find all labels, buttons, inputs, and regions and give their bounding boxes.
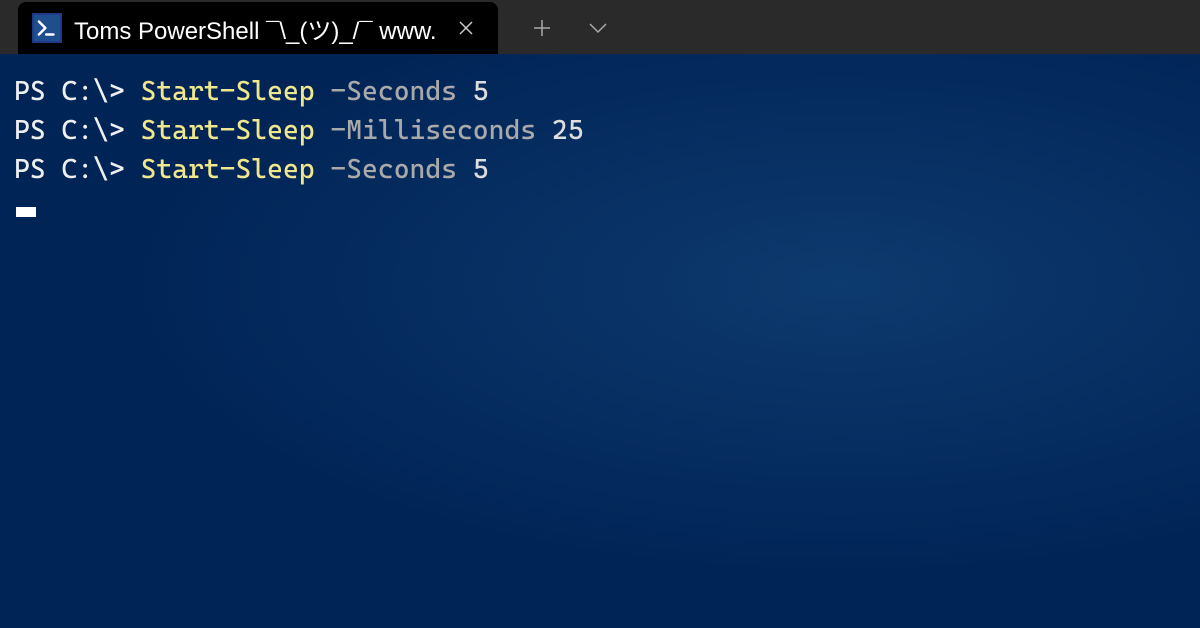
parameter: -Milliseconds <box>315 115 552 146</box>
terminal-line: PS C:\> Start-Sleep -Seconds 5 <box>14 72 1186 111</box>
tab-title: Toms PowerShell ¯\_(ツ)_/¯ www. <box>74 11 438 46</box>
prompt: PS C:\> <box>14 115 141 146</box>
prompt: PS C:\> <box>14 154 141 185</box>
terminal-line: PS C:\> Start-Sleep -Seconds 5 <box>14 150 1186 189</box>
tab-powershell[interactable]: Toms PowerShell ¯\_(ツ)_/¯ www. <box>18 2 498 54</box>
cursor <box>14 189 1186 228</box>
parameter: -Seconds <box>315 76 473 107</box>
terminal-line: PS C:\> Start-Sleep -Milliseconds 25 <box>14 111 1186 150</box>
new-tab-button[interactable] <box>526 12 558 44</box>
powershell-icon <box>32 13 62 43</box>
titlebar-actions <box>498 2 614 54</box>
tab-dropdown-button[interactable] <box>582 12 614 44</box>
prompt: PS C:\> <box>14 76 141 107</box>
value: 25 <box>552 115 584 146</box>
value: 5 <box>473 76 489 107</box>
parameter: -Seconds <box>315 154 473 185</box>
cmdlet: Start-Sleep <box>141 115 315 146</box>
cmdlet: Start-Sleep <box>141 76 315 107</box>
cmdlet: Start-Sleep <box>141 154 315 185</box>
value: 5 <box>473 154 489 185</box>
terminal-body[interactable]: PS C:\> Start-Sleep -Seconds 5 PS C:\> S… <box>0 54 1200 628</box>
titlebar: Toms PowerShell ¯\_(ツ)_/¯ www. <box>0 0 1200 54</box>
close-icon[interactable] <box>450 16 482 40</box>
